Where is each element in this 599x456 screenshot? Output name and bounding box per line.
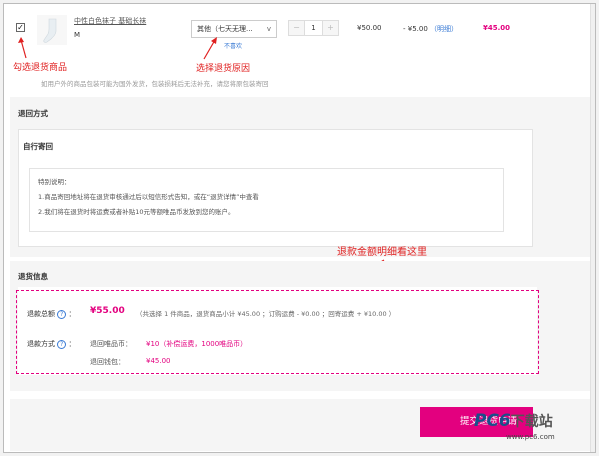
refund-info-title: 退货信息	[18, 272, 48, 281]
self-ship-option[interactable]: 自行寄回	[23, 141, 53, 152]
discount-detail-link[interactable]: （明细）	[430, 25, 458, 33]
help-icon[interactable]: ?	[57, 339, 67, 349]
help-icon[interactable]: ?	[57, 309, 67, 319]
refund-method-colon: ：	[68, 340, 76, 348]
discount-value: - ¥5.00	[403, 25, 428, 33]
coin-refund-value: ¥10（补偿运费，1000唯品币）	[146, 340, 248, 348]
refund-total-colon: ：	[68, 310, 76, 318]
unit-price: ¥50.00	[357, 24, 382, 32]
return-method-title: 退回方式	[18, 109, 48, 118]
notes-line-1: 1.商品寄回地址将在退货审核通过后以短信形式告知，或在“退货详情”中查看	[38, 193, 259, 201]
refund-total-label-row: 退款总额 ? ：	[27, 309, 75, 319]
page-frame: ✓ 中性白色袜子 基础长袜 M 其他（七天无理... v 不喜欢 − 1 + ¥…	[3, 3, 596, 453]
wallet-refund-value: ¥45.00	[146, 357, 171, 365]
item-total: ¥45.00	[483, 24, 511, 32]
annotation-select-goods: 勾选退货商品	[13, 63, 68, 73]
notes-heading: 特别说明：	[38, 178, 71, 186]
discount-amount: - ¥5.00 （明细）	[403, 24, 458, 34]
refund-summary: （共选择 1 件商品，退货商品小计 ¥45.00 ；订购运费 - ¥0.00 ；…	[136, 310, 396, 318]
product-thumbnail[interactable]	[37, 15, 67, 45]
packaging-note: 如用户外的商品包装可能为国外发货，包装损耗后无法补充，请您将原包装寄回	[41, 80, 269, 88]
annotation-select-reason: 选择退货原因	[196, 64, 251, 74]
quantity-stepper[interactable]: − 1 +	[288, 20, 339, 36]
watermark-cn: 下载站	[510, 414, 553, 430]
scrollbar[interactable]	[590, 4, 595, 452]
chevron-down-icon: v	[266, 25, 271, 33]
qty-plus-button[interactable]: +	[323, 21, 338, 35]
watermark-logo: PC6下载站 www.pc6.com	[474, 411, 555, 441]
watermark-brand: PC6	[474, 411, 511, 431]
product-name-link[interactable]: 中性白色袜子 基础长袜	[74, 16, 146, 26]
product-size: M	[74, 31, 81, 39]
qty-value[interactable]: 1	[304, 21, 323, 35]
annotation-check-amount: 退款金额明细看这里	[337, 247, 427, 258]
reason-sub-label[interactable]: 不喜欢	[224, 41, 242, 50]
sock-image-icon	[43, 18, 57, 43]
notes-line-2: 2.我们将在退货时将运费或者补贴10元等额唯品币发放到您的账户。	[38, 208, 235, 216]
product-checkbox[interactable]: ✓	[16, 23, 25, 32]
watermark-url: www.pc6.com	[506, 433, 555, 441]
refund-total-label: 退款总额	[27, 310, 55, 318]
refund-total-amount: ¥55.00	[90, 306, 125, 316]
refund-method-label: 退款方式	[27, 340, 55, 348]
wallet-refund-label: 退回钱包：	[90, 358, 125, 366]
special-notes-box: 特别说明： 1.商品寄回地址将在退货审核通过后以短信形式告知，或在“退货详情”中…	[29, 168, 504, 232]
qty-minus-button[interactable]: −	[289, 21, 304, 35]
coin-refund-label: 退回唯品币：	[90, 340, 132, 348]
return-reason-value: 其他（七天无理...	[197, 25, 253, 33]
refund-method-label-row: 退款方式 ? ：	[27, 339, 75, 349]
return-reason-select[interactable]: 其他（七天无理... v	[191, 20, 277, 38]
